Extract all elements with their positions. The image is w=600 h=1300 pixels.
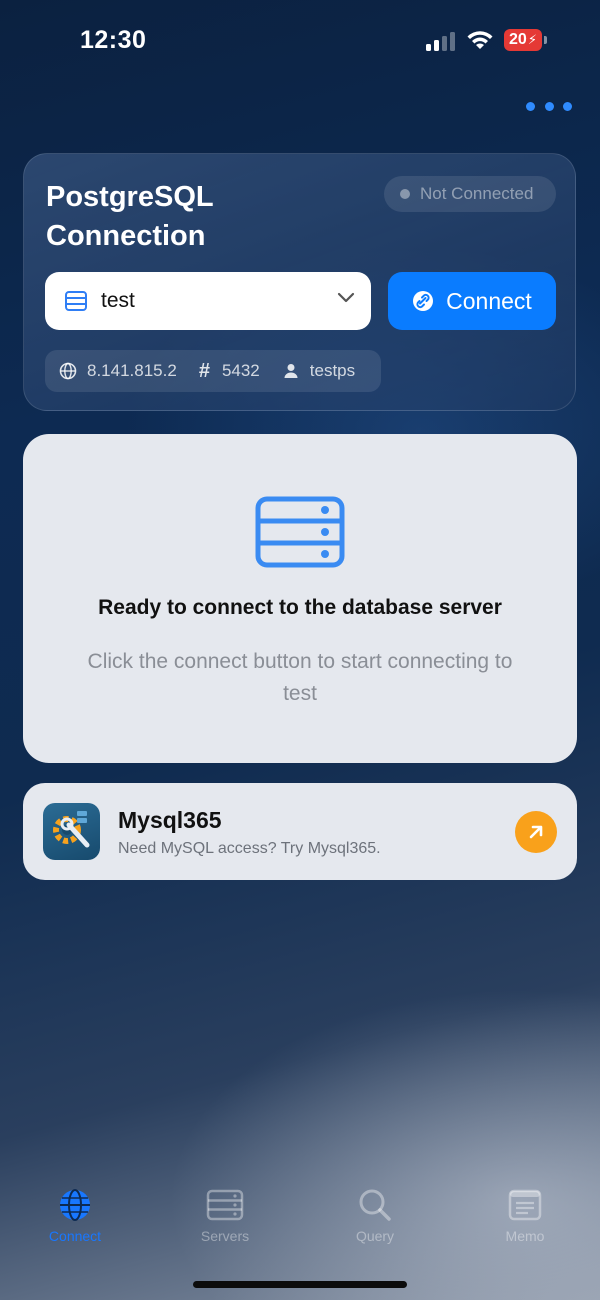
connection-title: PostgreSQL Connection <box>46 181 214 252</box>
chevron-down-icon <box>337 292 355 303</box>
user-value: testps <box>309 361 356 380</box>
status-bar: 12:30 20 ⚡ <box>0 0 600 84</box>
more-options-button[interactable] <box>526 94 572 118</box>
connection-status-badge: Not Connected <box>384 176 556 212</box>
globe-icon <box>59 362 77 380</box>
tab-bar: Connect Servers Query Memo <box>0 1188 600 1258</box>
port-hash-icon: # <box>198 359 210 382</box>
globe-icon <box>60 1189 90 1221</box>
server-select-value: test <box>101 289 135 312</box>
home-indicator <box>193 1281 407 1288</box>
cellular-signal-icon <box>426 32 455 51</box>
promo-title: Mysql365 <box>118 807 222 833</box>
ready-title: Ready to connect to the database server <box>98 596 502 619</box>
tab-servers[interactable]: Servers <box>170 1188 280 1254</box>
server-icon <box>65 291 87 311</box>
more-dot <box>544 101 554 111</box>
tab-label: Memo <box>505 1228 545 1244</box>
status-dot <box>400 189 410 199</box>
connect-button-label: Connect <box>446 287 532 314</box>
tab-label: Query <box>355 1228 395 1244</box>
host-value: 8.141.815.2 <box>87 361 177 380</box>
mysql365-app-icon <box>43 803 100 860</box>
server-icon <box>206 1189 244 1221</box>
mysql365-promo[interactable]: Mysql365 Need MySQL access? Try Mysql365… <box>23 783 577 880</box>
promo-subtitle: Need MySQL access? Try Mysql365. <box>118 840 381 857</box>
more-dot <box>526 101 535 111</box>
connection-info: 8.141.815.2 # 5432 testps <box>45 350 381 392</box>
server-select[interactable]: test <box>45 272 371 330</box>
gear-wrench-icon <box>53 811 90 848</box>
search-icon <box>359 1189 391 1221</box>
connection-status-text: Not Connected <box>420 184 534 203</box>
user-icon <box>284 364 298 378</box>
port-value: 5432 <box>221 361 260 380</box>
database-server-icon <box>255 496 345 568</box>
connection-card: PostgreSQL Connection Not Connected test… <box>23 153 576 411</box>
ready-subtitle: Click the connect button to start connec… <box>87 650 513 705</box>
arrow-up-right-icon <box>529 825 543 839</box>
tab-query[interactable]: Query <box>320 1188 430 1254</box>
memo-icon <box>508 1189 542 1221</box>
tab-connect[interactable]: Connect <box>20 1188 130 1254</box>
battery-tip <box>544 36 547 44</box>
battery-level: 20 <box>509 31 527 48</box>
tab-label: Connect <box>48 1228 102 1244</box>
tab-memo[interactable]: Memo <box>470 1188 580 1254</box>
battery-indicator: 20 ⚡ <box>504 29 542 51</box>
ready-card: Ready to connect to the database server … <box>23 434 577 763</box>
wifi-icon <box>467 31 493 49</box>
link-icon <box>413 291 434 311</box>
connect-button[interactable]: Connect <box>388 272 556 330</box>
more-dot <box>563 101 572 111</box>
open-promo-button[interactable] <box>515 811 557 853</box>
status-time: 12:30 <box>80 26 147 54</box>
tab-label: Servers <box>200 1228 250 1244</box>
